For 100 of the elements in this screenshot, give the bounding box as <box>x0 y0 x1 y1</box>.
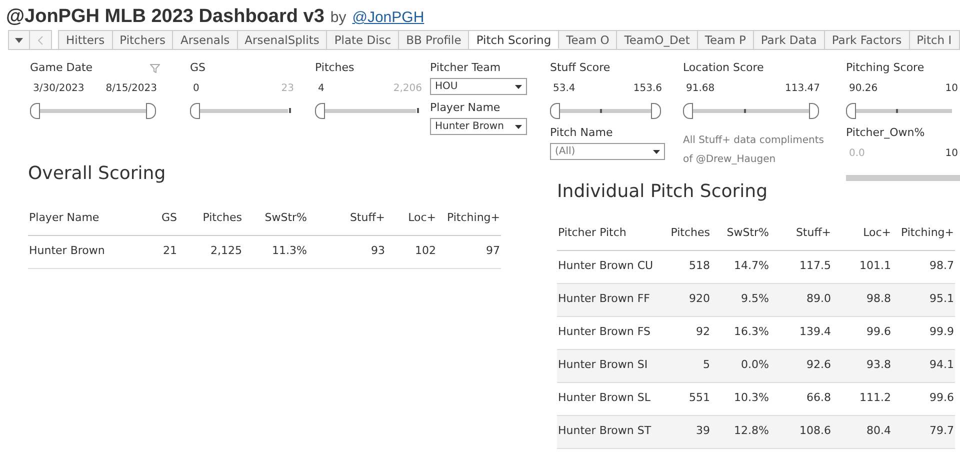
column-header: Loc+ <box>386 202 437 235</box>
tab[interactable]: Arsenals <box>173 30 238 49</box>
table-cell: 102 <box>386 235 437 268</box>
table-cell: 94.1 <box>892 349 955 382</box>
credit-note: All Stuff+ data compliments of @Drew_Haugen <box>683 134 825 167</box>
column-header: Pitcher Pitch <box>557 217 665 250</box>
table-cell: Hunter Brown ST <box>557 415 665 448</box>
table-cell: 95.1 <box>892 283 955 316</box>
dropdown-field[interactable]: HOU <box>430 78 527 95</box>
byline-text: by <box>330 8 346 28</box>
table-cell: 139.4 <box>770 316 832 349</box>
range-high-value: 23 <box>281 82 294 96</box>
filter-label: Location Score <box>683 60 764 76</box>
range-low-value: 0 <box>193 82 200 96</box>
table-cell: 21 <box>138 235 178 268</box>
column-header: Loc+ <box>832 217 892 250</box>
table-cell: 16.3% <box>711 316 770 349</box>
slider-handle[interactable] <box>683 103 693 119</box>
slider-handle[interactable] <box>651 103 661 119</box>
table-cell: 0.0% <box>711 349 770 382</box>
slider-handle[interactable] <box>846 103 856 119</box>
table-cell: 117.5 <box>770 250 832 283</box>
table-cell: 79.7 <box>892 415 955 448</box>
caret-icon <box>653 150 660 154</box>
tab[interactable]: Pitch I <box>910 30 960 49</box>
column-header: Pitching+ <box>437 202 501 235</box>
range-low-value: 53.4 <box>553 82 576 96</box>
table-cell: 66.8 <box>770 382 832 415</box>
table-cell: 101.1 <box>832 250 892 283</box>
range-low-value: 90.26 <box>849 82 878 96</box>
table-cell: 93 <box>308 235 386 268</box>
column-header: Stuff+ <box>308 202 386 235</box>
tab[interactable]: Plate Disc <box>327 30 400 49</box>
range-high-value: 113.47 <box>785 82 820 96</box>
caret-icon <box>15 38 23 42</box>
range-low-value: 4 <box>318 82 324 96</box>
table-cell: 111.2 <box>832 382 892 415</box>
tab[interactable]: Park Data <box>754 30 825 49</box>
slider-track[interactable] <box>846 175 960 181</box>
range-low-value: 3/30/2023 <box>33 82 84 96</box>
table-cell: 10.3% <box>711 382 770 415</box>
filter-label: Player Name <box>430 100 502 116</box>
caret-icon <box>515 84 522 88</box>
table-cell: Hunter Brown FF <box>557 283 665 316</box>
filter-label: Pitcher_Own% <box>846 124 925 141</box>
table-cell: 12.8% <box>711 415 770 448</box>
tab[interactable]: Team P <box>698 30 754 49</box>
range-low-value: 91.68 <box>686 82 715 96</box>
table-cell: 14.7% <box>711 250 770 283</box>
column-header: GS <box>138 202 178 235</box>
tab[interactable]: BB Profile <box>399 30 470 49</box>
column-header: Player Name <box>28 202 138 235</box>
table-cell: 99.6 <box>832 316 892 349</box>
section-title: Individual Pitch Scoring <box>557 180 768 204</box>
slider-handle[interactable] <box>809 103 819 119</box>
table-cell: Hunter Brown SI <box>557 349 665 382</box>
range-high-value: 2,206 <box>393 82 422 96</box>
table-cell: Hunter Brown <box>28 235 138 268</box>
tab[interactable]: Pitch Scoring <box>469 30 560 49</box>
tab[interactable]: Park Factors <box>824 30 910 49</box>
slider-handle[interactable] <box>146 103 156 119</box>
table-cell: 11.3% <box>243 235 308 268</box>
column-header: SwStr% <box>243 202 308 235</box>
dropdown-field[interactable]: (All) <box>550 143 665 160</box>
table-cell: 92.6 <box>770 349 832 382</box>
table-cell: Hunter Brown SL <box>557 382 665 415</box>
table-cell: 98.7 <box>892 250 955 283</box>
filter-label: Pitch Name <box>550 125 614 141</box>
author-link[interactable]: @JonPGH <box>352 7 424 30</box>
tab[interactable]: Team O <box>559 30 618 49</box>
tab[interactable]: TeamO_Det <box>617 30 698 49</box>
dropdown-field[interactable]: Hunter Brown <box>430 118 527 135</box>
slider-handle[interactable] <box>30 103 40 119</box>
tab[interactable]: Hitters <box>59 30 113 49</box>
funnel-icon[interactable] <box>150 64 160 72</box>
table-cell: 89.0 <box>770 283 832 316</box>
caret-icon <box>515 124 522 128</box>
slider-handle[interactable] <box>190 103 200 119</box>
column-header: Pitches <box>665 217 711 250</box>
table-cell: 5 <box>665 349 711 382</box>
table-cell: 99.9 <box>892 316 955 349</box>
range-high-value: 10 <box>945 82 958 96</box>
table-cell: 551 <box>665 382 711 415</box>
dashboard-title: @JonPGH MLB 2023 Dashboard v3 <box>6 5 324 29</box>
tab[interactable]: ArsenalSplits <box>238 30 328 49</box>
slider-handle[interactable] <box>550 103 560 119</box>
table-cell: 99.6 <box>892 382 955 415</box>
chevron-left-icon <box>38 36 43 44</box>
filter-label: Pitcher Team <box>430 60 502 76</box>
section-title: Overall Scoring <box>28 162 166 186</box>
table-cell: 92 <box>665 316 711 349</box>
slider-handle[interactable] <box>315 103 325 119</box>
tab-menu-button[interactable] <box>8 30 30 49</box>
table-cell: 39 <box>665 415 711 448</box>
range-high-value: 10 <box>945 147 958 161</box>
table-cell: 80.4 <box>832 415 892 448</box>
range-low-value: 0.0 <box>849 147 865 161</box>
range-high-value: 153.6 <box>633 82 662 96</box>
table-cell: 108.6 <box>770 415 832 448</box>
tab[interactable]: Pitchers <box>112 30 174 49</box>
